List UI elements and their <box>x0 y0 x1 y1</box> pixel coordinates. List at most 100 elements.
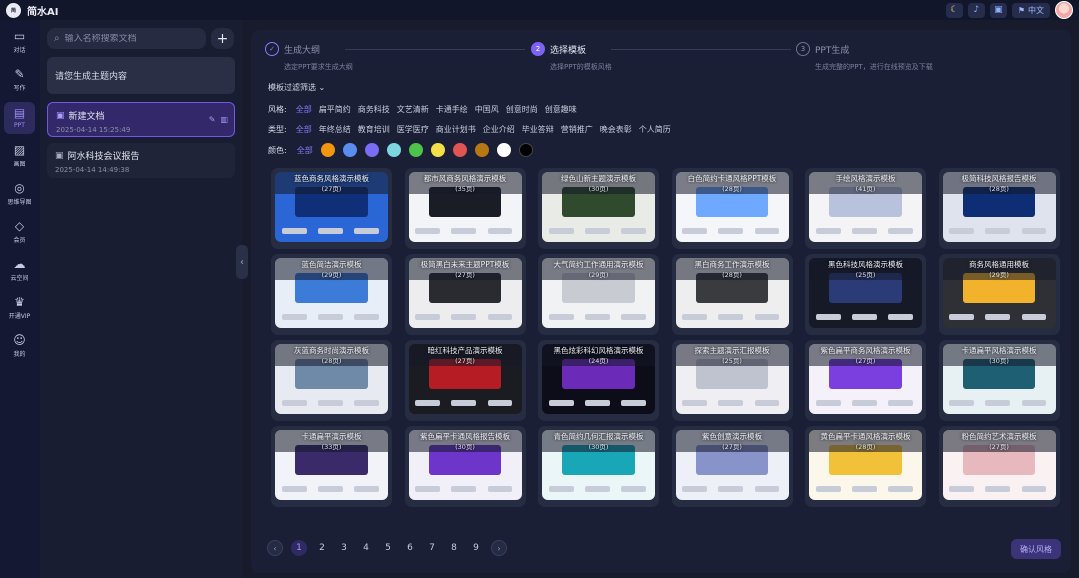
template-card[interactable]: 紫色扁平商务风格演示模板 (27页) <box>805 340 926 421</box>
type-chip[interactable]: 商业计划书 <box>436 124 476 135</box>
prev-page-button[interactable]: ‹ <box>267 540 283 556</box>
app-logo[interactable]: 简 简水AI <box>6 2 59 18</box>
rail-item-vip[interactable]: ♛ 开通VIP <box>4 292 35 324</box>
page-number[interactable]: 4 <box>359 540 373 556</box>
page-number[interactable]: 1 <box>291 540 307 556</box>
color-swatch[interactable] <box>364 143 379 157</box>
type-chip[interactable]: 营销推广 <box>561 124 593 135</box>
confirm-style-button[interactable]: 确认风格 <box>1011 539 1061 559</box>
template-card[interactable]: 黑色炫彩科幻风格演示模板 (24页) <box>538 340 659 421</box>
color-swatch[interactable] <box>408 143 423 157</box>
template-page-count: (30页) <box>588 443 609 451</box>
delete-icon[interactable]: ▥ <box>220 115 228 124</box>
color-swatch[interactable] <box>320 143 335 157</box>
next-page-button[interactable]: › <box>491 540 507 556</box>
color-swatch[interactable] <box>342 143 357 157</box>
type-chip[interactable]: 教育培训 <box>358 124 390 135</box>
style-chip[interactable]: 中国风 <box>475 104 499 115</box>
bell-icon[interactable]: ♪ <box>967 2 985 18</box>
template-card[interactable]: 商务风格通用模板 (29页) <box>938 254 1060 335</box>
edit-icon[interactable]: ✎ <box>209 115 216 124</box>
template-card[interactable]: 卡通扁平演示模板 (33页) <box>271 426 392 507</box>
color-swatch[interactable] <box>496 143 511 157</box>
page-number[interactable]: 8 <box>447 540 461 556</box>
template-card[interactable]: 灰蓝商务时尚演示模板 (28页) <box>271 340 392 421</box>
template-card[interactable]: 绿色山新主题演示模板 (30页) <box>538 168 659 249</box>
rail-item-member[interactable]: ◇ 会员 <box>4 216 35 248</box>
style-chip[interactable]: 创意趣味 <box>545 104 577 115</box>
template-page-count: (30页) <box>989 357 1009 365</box>
rail-item-ppt[interactable]: ▤ PPT <box>4 102 35 134</box>
page-number[interactable]: 3 <box>337 540 351 556</box>
type-chip[interactable]: 晚会表彰 <box>600 124 632 135</box>
color-swatch[interactable] <box>386 143 401 157</box>
type-chip[interactable]: 个人简历 <box>639 124 671 135</box>
user-icon: ☺ <box>13 333 26 347</box>
color-swatch[interactable] <box>518 143 533 157</box>
add-document-button[interactable]: + <box>211 28 234 49</box>
style-chip[interactable]: 创意时尚 <box>506 104 538 115</box>
style-chip[interactable]: 文艺清新 <box>397 104 429 115</box>
template-card[interactable]: 都市风商务风格演示模板 (35页) <box>404 168 526 249</box>
step-template: 2 选择模板 选择PPT的模板风格 <box>531 42 612 72</box>
template-card[interactable]: 蓝色商务风格演示模板 (27页) <box>271 168 392 249</box>
page-number[interactable]: 2 <box>315 540 329 556</box>
template-card[interactable]: 探索主题演示汇报模板 (25页) <box>671 340 793 421</box>
template-card[interactable]: 紫色创意演示模板 (27页) <box>671 426 793 507</box>
type-chip[interactable]: 年终总结 <box>319 124 351 135</box>
style-chip[interactable]: 扁平简约 <box>319 104 351 115</box>
doc-item-meeting-report[interactable]: ▣ 阿水科技会议报告 2025-04-14 14:49:38 <box>47 143 235 178</box>
template-page-count: (27页) <box>989 443 1009 451</box>
language-button[interactable]: ⚑ 中文 <box>1011 2 1050 18</box>
rail-item-cloud[interactable]: ☁ 云空间 <box>4 254 35 286</box>
new-topic-item[interactable]: 请您生成主题内容 <box>47 57 235 94</box>
type-chip[interactable]: 毕业答辩 <box>522 124 554 135</box>
rail-item-profile[interactable]: ☺ 我的 <box>4 330 35 362</box>
doc-item-new[interactable]: ▣ 新建文档 2025-04-14 15:25:49 ✎ ▥ <box>47 102 235 137</box>
color-chip-all[interactable]: 全部 <box>297 145 313 156</box>
collapse-sidebar-button[interactable]: ‹ <box>236 245 248 279</box>
template-card[interactable]: 卡通扁平风格演示模板 (30页) <box>938 340 1060 421</box>
color-swatch[interactable] <box>474 143 489 157</box>
template-card[interactable]: 蓝色简洁演示模板 (29页) <box>271 254 392 335</box>
template-card[interactable]: 黑色科技风格演示模板 (25页) <box>805 254 926 335</box>
style-chip[interactable]: 卡通手绘 <box>436 104 468 115</box>
template-card[interactable]: 手绘风格演示模板 (41页) <box>805 168 926 249</box>
template-card[interactable]: 黄色扁平卡通风格演示模板 (28页) <box>805 426 926 507</box>
color-swatch[interactable] <box>452 143 467 157</box>
language-icon: ⚑ <box>1017 5 1025 15</box>
type-chip[interactable]: 企业介绍 <box>483 124 515 135</box>
search-input[interactable] <box>64 33 195 44</box>
template-card[interactable]: 白色简约卡通风格PPT模板 (28页) <box>671 168 793 249</box>
template-card[interactable]: 粉色简约艺术演示模板 (27页) <box>938 426 1060 507</box>
style-chip[interactable]: 商务科技 <box>358 104 390 115</box>
template-card[interactable]: 极简科技风格报告模板 (28页) <box>938 168 1060 249</box>
rail-item-chat[interactable]: ▭ 对话 <box>4 26 35 58</box>
template-card[interactable]: 暗红科技产品演示模板 (27页) <box>404 340 526 421</box>
color-swatch[interactable] <box>430 143 445 157</box>
page-number[interactable]: 9 <box>469 540 483 556</box>
avatar[interactable] <box>1055 1 1073 19</box>
filter-toggle[interactable]: 模板过滤筛选 ⌄ <box>268 82 325 93</box>
template-card[interactable]: 极简黑白未来主题PPT模板 (27页) <box>404 254 526 335</box>
template-card[interactable]: 黑白商务工作演示模板 (28页) <box>671 254 793 335</box>
wizard-steps: ✓ 生成大纲 选定PPT要求生成大纲 2 选择模板 选择PPT的模板风格 3 PPT生… <box>265 42 1055 78</box>
moon-icon[interactable]: ☾ <box>945 2 963 18</box>
page-number[interactable]: 5 <box>381 540 395 556</box>
template-card[interactable]: 紫色扁平卡通风格报告模板 (30页) <box>404 426 526 507</box>
style-chip[interactable]: 全部 <box>296 104 312 115</box>
doc-date: 2025-04-14 15:25:49 <box>56 126 131 134</box>
rail-item-image[interactable]: ▨ 画图 <box>4 140 35 172</box>
type-chip[interactable]: 全部 <box>296 124 312 135</box>
page-number[interactable]: 6 <box>403 540 417 556</box>
rail-item-writing[interactable]: ✎ 写作 <box>4 64 35 96</box>
template-page-count: (30页) <box>588 185 609 193</box>
rail-item-mindmap[interactable]: ◎ 思维导图 <box>4 178 35 210</box>
template-card[interactable]: 青色简约几何汇报演示模板 (30页) <box>538 426 659 507</box>
gift-icon[interactable]: ▣ <box>989 2 1007 18</box>
type-chip[interactable]: 医学医疗 <box>397 124 429 135</box>
template-card[interactable]: 大气简约工作通用演示模板 (29页) <box>538 254 659 335</box>
app-name: 简水AI <box>27 6 59 18</box>
page-number[interactable]: 7 <box>425 540 439 556</box>
step-desc: 生成完整的PPT，进行在线预览及下载 <box>815 63 933 71</box>
